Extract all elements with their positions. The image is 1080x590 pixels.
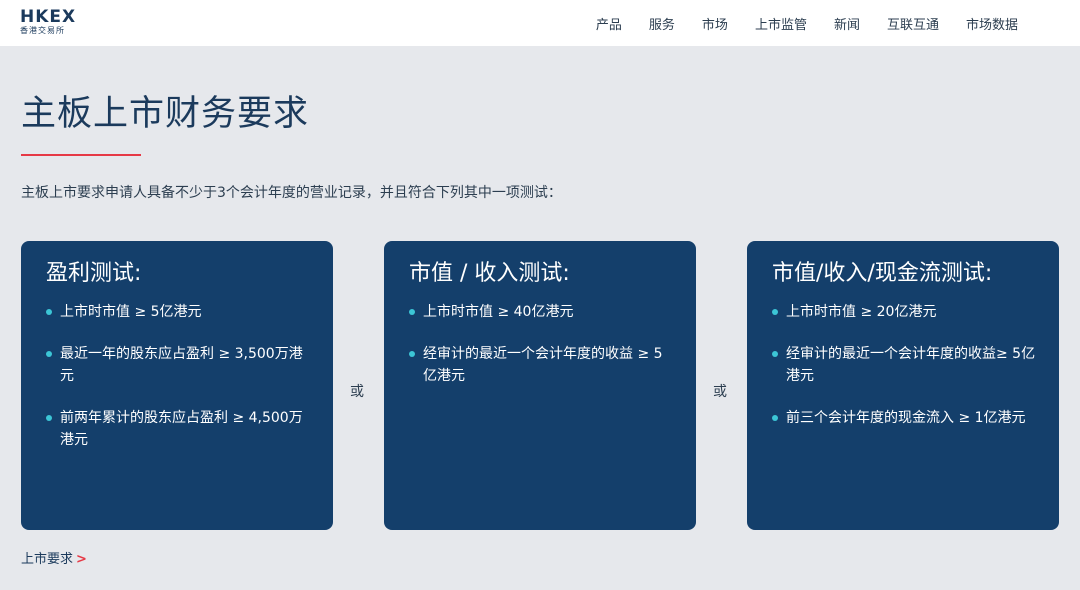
list-item: 上市时市值 ≥ 20亿港元 — [772, 301, 1039, 323]
nav-item-news[interactable]: 新闻 — [834, 14, 860, 33]
list-item-text: 前两年累计的股东应占盈利 ≥ 4,500万港元 — [60, 410, 303, 448]
requirement-list: 上市时市值 ≥ 5亿港元 最近一年的股东应占盈利 ≥ 3,500万港元 前两年累… — [46, 301, 313, 451]
nav-item-market[interactable]: 市场 — [702, 14, 728, 33]
logo-subtext: 香港交易所 — [20, 26, 65, 35]
link-label: 上市要求 — [21, 552, 74, 567]
profit-test-card: 盈利测试: 上市时市值 ≥ 5亿港元 最近一年的股东应占盈利 ≥ 3,500万港… — [21, 241, 333, 530]
page-title: 主板上市财务要求 — [21, 94, 310, 134]
list-item: 经审计的最近一个会计年度的收益≥ 5亿港元 — [772, 343, 1039, 387]
nav-item-services[interactable]: 服务 — [649, 14, 675, 33]
logo-text: HKEX — [20, 7, 77, 27]
bullet-dot — [772, 309, 778, 315]
bullet-dot — [772, 415, 778, 421]
main-nav: 产品 服务 市场 上市监管 新闻 互联互通 市场数据 — [596, 0, 1018, 46]
list-item-text: 前三个会计年度的现金流入 ≥ 1亿港元 — [786, 410, 1026, 426]
list-item-text: 上市时市值 ≥ 40亿港元 — [423, 304, 574, 320]
card-title: 市值/收入/现金流测试: — [772, 261, 993, 286]
list-item: 上市时市值 ≥ 40亿港元 — [409, 301, 676, 323]
requirement-list: 上市时市值 ≥ 40亿港元 经审计的最近一个会计年度的收益 ≥ 5亿港元 — [409, 301, 676, 387]
list-item-text: 最近一年的股东应占盈利 ≥ 3,500万港元 — [60, 346, 303, 384]
bullet-dot — [46, 351, 52, 357]
list-item: 前三个会计年度的现金流入 ≥ 1亿港元 — [772, 407, 1039, 429]
card-title: 市值 / 收入测试: — [409, 261, 570, 286]
top-navigation-bar: HKEX 香港交易所 产品 服务 市场 上市监管 新闻 互联互通 市场数据 — [0, 0, 1080, 46]
or-separator: 或 — [713, 384, 727, 400]
list-item-text: 经审计的最近一个会计年度的收益 ≥ 5亿港元 — [423, 346, 663, 384]
list-item: 经审计的最近一个会计年度的收益 ≥ 5亿港元 — [409, 343, 676, 387]
bullet-dot — [46, 415, 52, 421]
list-item-text: 经审计的最近一个会计年度的收益≥ 5亿港元 — [786, 346, 1036, 384]
intro-text: 主板上市要求申请人具备不少于3个会计年度的营业记录，并且符合下列其中一项测试： — [21, 185, 562, 201]
listing-requirements-link[interactable]: 上市要求 > — [21, 548, 87, 567]
title-divider — [21, 154, 141, 156]
bullet-dot — [409, 309, 415, 315]
list-item-text: 上市时市值 ≥ 20亿港元 — [786, 304, 937, 320]
nav-item-products[interactable]: 产品 — [596, 14, 622, 33]
list-item: 前两年累计的股东应占盈利 ≥ 4,500万港元 — [46, 407, 313, 451]
chevron-right-icon: > — [76, 552, 87, 567]
list-item: 上市时市值 ≥ 5亿港元 — [46, 301, 313, 323]
or-separator: 或 — [350, 384, 364, 400]
bullet-dot — [772, 351, 778, 357]
nav-item-market-data[interactable]: 市场数据 — [966, 14, 1018, 33]
market-cap-revenue-test-card: 市值 / 收入测试: 上市时市值 ≥ 40亿港元 经审计的最近一个会计年度的收益… — [384, 241, 696, 530]
market-cap-revenue-cashflow-test-card: 市值/收入/现金流测试: 上市时市值 ≥ 20亿港元 经审计的最近一个会计年度的… — [747, 241, 1059, 530]
nav-item-connect[interactable]: 互联互通 — [887, 14, 939, 33]
hkex-logo[interactable]: HKEX 香港交易所 — [20, 8, 80, 38]
nav-item-listing-regulation[interactable]: 上市监管 — [755, 14, 807, 33]
list-item-text: 上市时市值 ≥ 5亿港元 — [60, 304, 202, 320]
list-item: 最近一年的股东应占盈利 ≥ 3,500万港元 — [46, 343, 313, 387]
bullet-dot — [46, 309, 52, 315]
bullet-dot — [409, 351, 415, 357]
card-title: 盈利测试: — [46, 261, 142, 286]
requirement-list: 上市时市值 ≥ 20亿港元 经审计的最近一个会计年度的收益≥ 5亿港元 前三个会… — [772, 301, 1039, 429]
